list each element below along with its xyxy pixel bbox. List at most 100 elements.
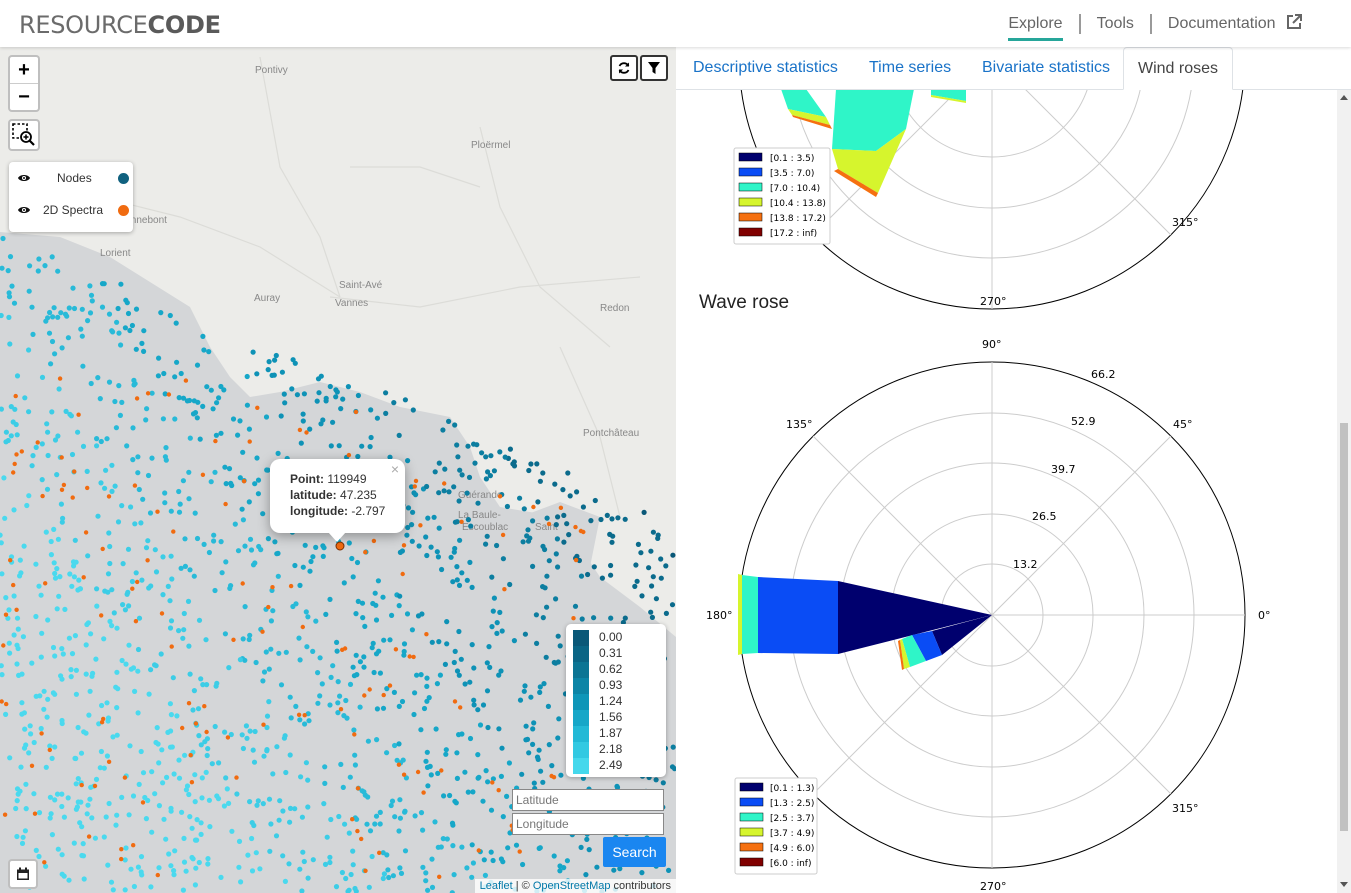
node-marker xyxy=(468,523,474,529)
nav-documentation[interactable]: Documentation xyxy=(1149,14,1318,34)
panel-scrollbar[interactable] xyxy=(1337,89,1351,893)
zoom-out-button[interactable]: − xyxy=(10,84,38,110)
node-marker xyxy=(84,811,90,817)
node-marker xyxy=(257,866,263,872)
scale-label: 0.00 xyxy=(599,630,623,644)
node-marker xyxy=(51,526,57,532)
node-marker xyxy=(235,432,241,438)
longitude-input[interactable]: Longitude xyxy=(512,813,664,835)
node-marker xyxy=(143,417,149,423)
spectra-marker xyxy=(171,529,176,534)
tab-bivariate-statistics[interactable]: Bivariate statistics xyxy=(982,47,1110,88)
node-marker xyxy=(14,798,20,804)
node-marker xyxy=(12,406,18,412)
node-marker xyxy=(114,812,120,818)
node-marker xyxy=(411,711,417,718)
node-marker xyxy=(484,688,491,694)
node-marker xyxy=(109,488,115,494)
popup-latitude-row: latitude: 47.235 xyxy=(290,488,377,502)
node-marker xyxy=(130,425,136,431)
leaflet-link[interactable]: Leaflet xyxy=(480,880,513,892)
latitude-input[interactable]: Latitude xyxy=(512,789,664,811)
spectra-marker xyxy=(240,581,245,586)
calendar-button[interactable] xyxy=(8,859,38,889)
node-marker xyxy=(432,819,438,825)
node-marker xyxy=(487,664,493,671)
box-zoom-icon xyxy=(12,123,35,146)
node-marker xyxy=(526,467,532,474)
node-marker xyxy=(250,562,257,568)
map-view[interactable]: Pontivy Ploërmel Hennebont Lorient Auray… xyxy=(0,47,676,893)
node-marker xyxy=(206,549,212,556)
eye-icon[interactable] xyxy=(17,173,31,183)
node-marker xyxy=(144,406,150,412)
node-marker xyxy=(211,532,217,538)
node-marker xyxy=(105,571,112,577)
spectra-marker xyxy=(169,644,174,649)
node-marker xyxy=(152,791,158,797)
node-marker xyxy=(112,398,118,405)
node-marker xyxy=(181,610,187,617)
node-marker xyxy=(465,517,471,523)
layer-nodes[interactable]: Nodes xyxy=(17,168,129,188)
node-marker xyxy=(52,351,58,357)
zoom-in-button[interactable]: + xyxy=(10,57,38,84)
node-marker xyxy=(29,304,35,310)
spectra-marker xyxy=(558,505,564,510)
app-logo[interactable]: RESOURCECODE xyxy=(19,11,221,39)
spectra-marker xyxy=(189,780,195,785)
node-marker xyxy=(185,598,192,605)
node-marker xyxy=(421,705,428,712)
node-marker xyxy=(368,407,374,413)
filter-button[interactable] xyxy=(640,55,668,81)
wave-radial-label: 26.5 xyxy=(1032,510,1057,523)
node-marker xyxy=(160,554,166,560)
node-marker xyxy=(456,628,462,635)
tab-time-series[interactable]: Time series xyxy=(869,47,951,88)
node-marker xyxy=(191,688,197,694)
node-marker xyxy=(156,865,162,871)
node-marker xyxy=(153,569,160,575)
node-marker xyxy=(190,856,196,862)
node-marker xyxy=(38,725,44,732)
nav-explore[interactable]: Explore xyxy=(1008,14,1078,41)
node-marker xyxy=(125,310,132,317)
node-marker xyxy=(660,780,666,786)
nav-tools[interactable]: Tools xyxy=(1078,14,1150,34)
layer-2d-spectra[interactable]: 2D Spectra xyxy=(17,200,129,220)
node-marker xyxy=(352,762,358,768)
node-marker xyxy=(41,688,47,694)
scroll-up-arrow[interactable] xyxy=(1340,95,1348,100)
wave-rose-title: Wave rose xyxy=(699,292,790,313)
node-marker xyxy=(565,470,571,476)
tab-wind-roses[interactable]: Wind roses xyxy=(1123,47,1234,90)
node-marker xyxy=(442,661,448,668)
popup-close-button[interactable]: × xyxy=(391,461,399,477)
node-marker xyxy=(60,515,66,521)
scroll-down-arrow[interactable] xyxy=(1340,882,1348,887)
node-marker xyxy=(286,861,292,867)
node-marker xyxy=(75,776,81,782)
node-marker xyxy=(506,760,512,766)
node-marker xyxy=(446,418,452,424)
scrollbar-thumb[interactable] xyxy=(1340,423,1348,831)
box-zoom-button[interactable] xyxy=(8,119,40,151)
node-marker xyxy=(578,844,584,851)
tab-descriptive-statistics[interactable]: Descriptive statistics xyxy=(693,47,838,88)
node-marker xyxy=(103,467,109,473)
popup-point-label: Point: xyxy=(290,472,324,486)
node-marker xyxy=(133,570,139,576)
node-marker xyxy=(83,642,89,648)
refresh-button[interactable] xyxy=(610,55,638,81)
node-marker xyxy=(37,693,43,699)
node-marker xyxy=(319,681,325,687)
wave-angle-315: 315° xyxy=(1172,802,1199,815)
node-marker xyxy=(139,340,145,346)
osm-link[interactable]: OpenStreetMap xyxy=(533,880,611,892)
search-button[interactable]: Search xyxy=(603,837,666,867)
eye-icon[interactable] xyxy=(17,205,31,215)
node-marker xyxy=(555,564,561,570)
node-marker xyxy=(50,644,57,651)
node-marker xyxy=(519,771,525,777)
node-marker xyxy=(79,306,85,312)
